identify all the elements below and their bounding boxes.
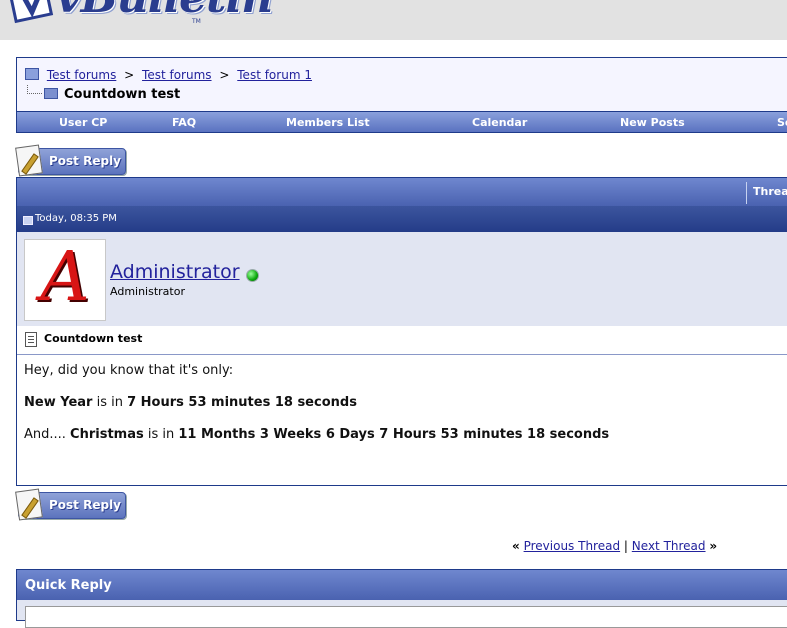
breadcrumb-separator: > — [219, 68, 230, 82]
thread-tools-menu[interactable]: Thread — [746, 182, 787, 204]
next-thread-link[interactable]: Next Thread — [632, 539, 706, 553]
online-status-icon — [246, 269, 259, 282]
nav-new-posts[interactable]: New Posts — [620, 116, 685, 129]
breadcrumb-link-1[interactable]: Test forums — [47, 68, 117, 82]
post-message-newyear: New Year is in 7 Hours 53 minutes 18 sec… — [24, 395, 357, 410]
post-message-christmas: And.... Christmas is in 11 Months 3 Week… — [24, 427, 609, 442]
right-quote: » — [709, 539, 718, 553]
countdown-value: 11 Months 3 Weeks 6 Days 7 Hours 53 minu… — [178, 427, 610, 442]
author-username[interactable]: Administrator — [110, 261, 240, 283]
message-text: is in — [143, 427, 179, 442]
vbulletin-logo[interactable]: vBulletin TM — [0, 0, 273, 40]
post-title: Countdown test — [44, 332, 143, 345]
breadcrumb-separator: > — [124, 68, 135, 82]
quick-reply-header[interactable]: Quick Reply — [17, 570, 787, 600]
countdown-value: 7 Hours 53 minutes 18 seconds — [127, 395, 357, 410]
nav-calendar[interactable]: Calendar — [472, 116, 527, 129]
post-reply-label: Post Reply — [49, 154, 121, 168]
page-title: Countdown test — [64, 87, 181, 102]
post-reply-button-bottom[interactable]: Post Reply — [15, 488, 126, 521]
nav-members-list[interactable]: Members List — [286, 116, 370, 129]
logo-mark-icon — [6, 0, 54, 24]
main-navbar: User CP FAQ Members List Calendar New Po… — [16, 111, 787, 133]
nav-faq[interactable]: FAQ — [172, 116, 196, 129]
nav-divider: | — [623, 539, 628, 553]
post-container: Thread Today, 08:35 PM A Administrator A… — [16, 177, 787, 486]
breadcrumb-link-2[interactable]: Test forums — [142, 68, 212, 82]
breadcrumb-box: Test forums > Test forums > Test forum 1… — [16, 57, 787, 112]
post-date: Today, 08:35 PM — [35, 213, 117, 224]
thread-header: Thread — [17, 178, 787, 206]
nav-user-cp[interactable]: User CP — [59, 116, 107, 129]
message-text: And.... — [24, 427, 71, 442]
quick-reply-title: Quick Reply — [25, 578, 112, 593]
previous-thread-link[interactable]: Previous Thread — [524, 539, 621, 553]
logo-text: vBulletin — [56, 0, 273, 23]
message-text: is in — [92, 395, 128, 410]
post-status-icon — [23, 216, 33, 225]
post-reply-button-top[interactable]: Post Reply — [15, 144, 126, 177]
thread-navigation: « Previous Thread | Next Thread » — [512, 539, 717, 553]
message-line: Hey, did you know that it's only: — [24, 363, 234, 378]
avatar-letter: A — [40, 238, 90, 317]
post-reply-label: Post Reply — [49, 498, 121, 512]
author-title: Administrator — [110, 285, 185, 298]
breadcrumb: Test forums > Test forums > Test forum 1 — [25, 68, 312, 82]
post-message-intro: Hey, did you know that it's only: — [24, 363, 233, 378]
breadcrumb-current: Countdown test — [27, 85, 180, 102]
document-icon — [25, 332, 37, 347]
post-title-row: Countdown test — [17, 326, 787, 355]
nav-search[interactable]: Se — [777, 116, 787, 129]
event-name: Christmas — [70, 427, 144, 442]
quick-reply-panel: Quick Reply — [16, 569, 787, 628]
event-name: New Year — [24, 395, 93, 410]
tree-line-icon — [27, 85, 42, 94]
forum-home-icon[interactable] — [25, 68, 39, 80]
post-date-bar: Today, 08:35 PM — [17, 206, 787, 232]
post-userinfo: A Administrator Administrator — [17, 232, 787, 326]
folder-icon — [44, 88, 58, 99]
quick-reply-editor[interactable] — [25, 606, 787, 628]
avatar[interactable]: A — [24, 238, 106, 321]
left-quote: « — [512, 539, 520, 553]
logo-trademark: TM — [192, 18, 201, 25]
breadcrumb-link-3[interactable]: Test forum 1 — [237, 68, 312, 82]
